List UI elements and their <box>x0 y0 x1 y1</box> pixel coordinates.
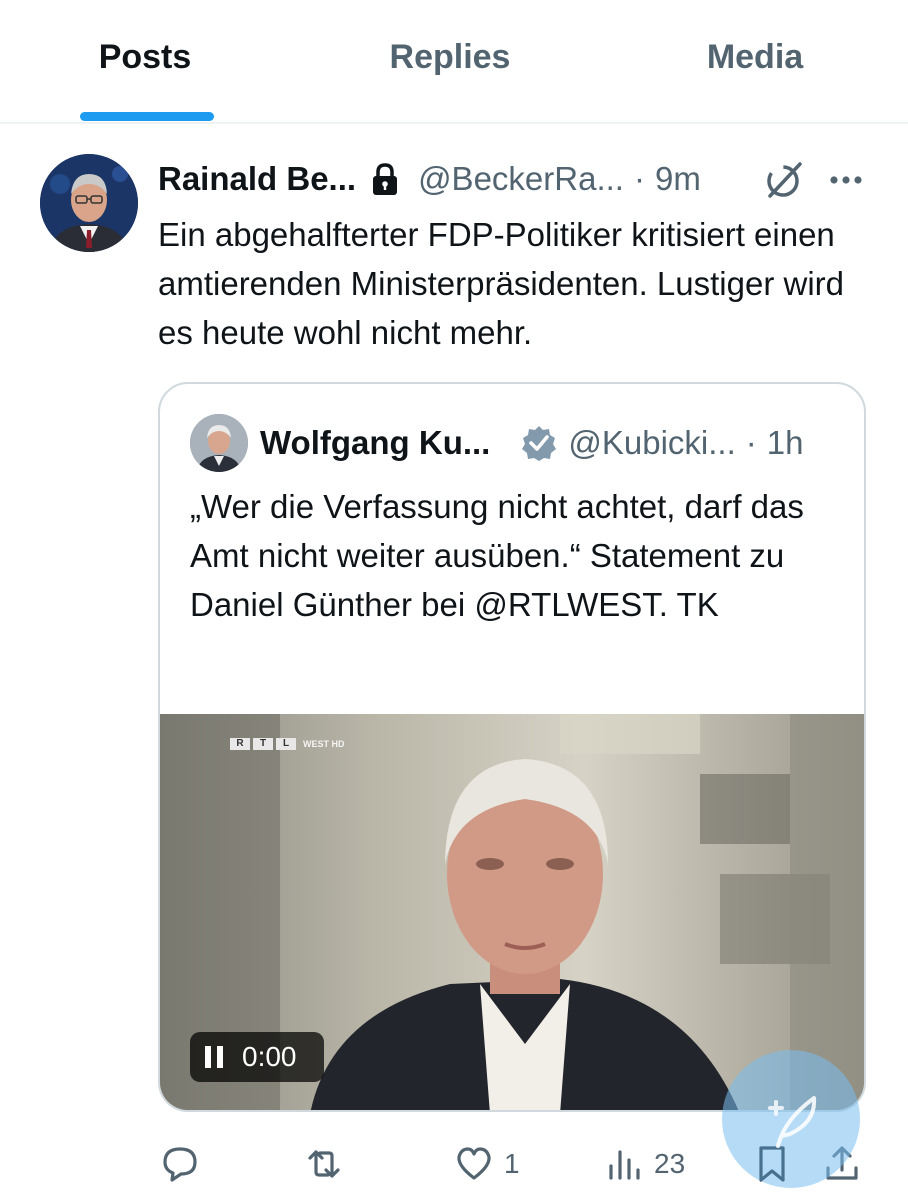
tab-replies[interactable]: Replies <box>360 38 540 77</box>
lock-icon <box>370 162 400 196</box>
compose-post-button[interactable] <box>722 1050 860 1188</box>
like-button[interactable]: 1 <box>454 1144 520 1184</box>
avatar[interactable] <box>40 154 138 252</box>
quoted-tweet[interactable]: Wolfgang Ku... @Kubicki... · 1h „Wer die… <box>158 382 866 1112</box>
separator-dot: · <box>633 160 645 197</box>
more-icon[interactable] <box>826 160 866 200</box>
video-timestamp: 0:00 <box>242 1041 297 1072</box>
video-playback-control[interactable]: 0:00 <box>190 1032 324 1082</box>
tab-posts[interactable]: Posts <box>60 38 230 77</box>
repost-button[interactable] <box>304 1144 354 1184</box>
reply-button[interactable] <box>160 1144 210 1184</box>
verified-badge-icon <box>520 424 558 462</box>
quote-avatar[interactable] <box>190 414 248 472</box>
rtl-logo: R T L WEST HD <box>230 738 345 750</box>
grok-icon[interactable] <box>762 158 806 202</box>
quote-author-name[interactable]: Wolfgang Ku... <box>260 424 490 462</box>
video-player[interactable]: R T L WEST HD 0:00 <box>160 714 864 1110</box>
heart-icon <box>457 1147 491 1180</box>
reply-icon <box>163 1147 197 1182</box>
pause-icon[interactable] <box>204 1045 224 1069</box>
tab-media[interactable]: Media <box>680 38 830 77</box>
compose-feather-icon <box>768 1096 817 1148</box>
views-button[interactable]: 23 <box>604 1144 685 1184</box>
quote-time[interactable]: 1h <box>767 424 804 462</box>
quote-text: „Wer die Verfassung nicht achtet, darf d… <box>190 488 804 623</box>
tweet-text: Ein abgehalfterter FDP-Politiker kritisi… <box>158 216 845 351</box>
author-name[interactable]: Rainald Be... <box>158 160 356 198</box>
author-handle[interactable]: @BeckerRa... <box>418 160 624 198</box>
tweet-time[interactable]: 9m <box>655 160 701 198</box>
views-icon <box>609 1150 640 1180</box>
repost-icon <box>308 1150 340 1178</box>
quote-header: Wolfgang Ku... @Kubicki... · 1h <box>260 420 860 466</box>
like-count: 1 <box>504 1148 520 1179</box>
quote-author-handle[interactable]: @Kubicki... <box>568 424 735 462</box>
views-count: 23 <box>654 1148 686 1179</box>
profile-tabs: Posts Replies Media <box>0 0 908 124</box>
active-tab-indicator <box>80 112 214 121</box>
tweet-header: Rainald Be... @BeckerRa... · 9m <box>158 156 878 202</box>
quote-separator-dot: · <box>745 424 757 461</box>
